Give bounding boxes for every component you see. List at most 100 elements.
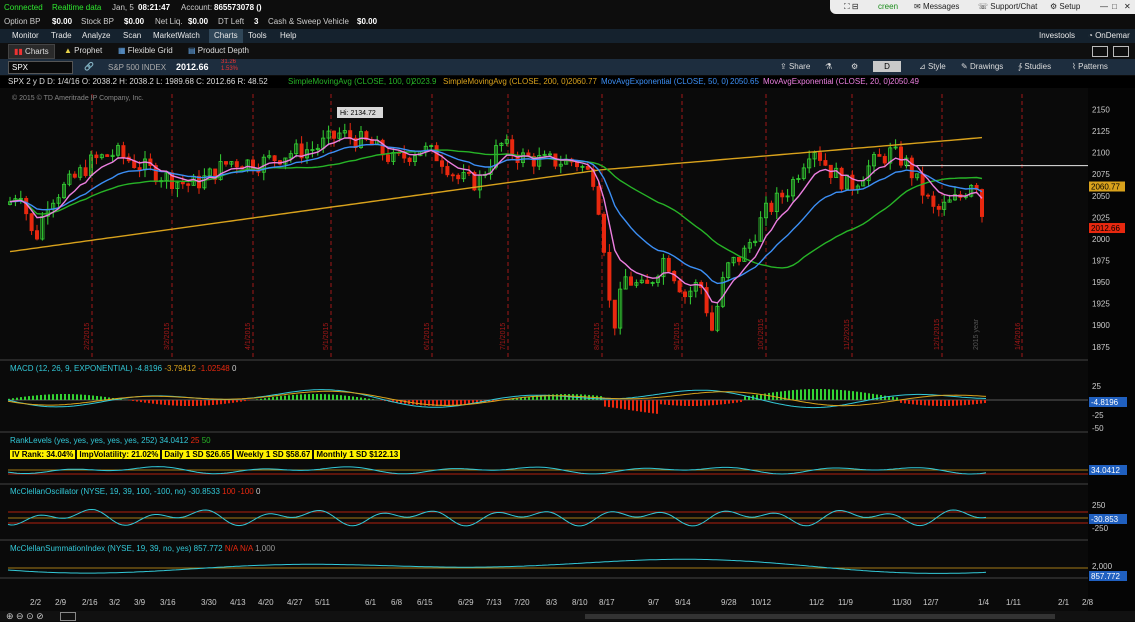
screen-label[interactable]: creen — [878, 2, 898, 11]
price-chart[interactable]: 2/2/20153/2/20154/1/20155/1/20156/1/2015… — [0, 88, 1135, 611]
tab-charts[interactable]: ▮▮ Charts — [8, 44, 55, 59]
horizontal-scrollbar[interactable] — [585, 614, 1055, 619]
macd-histogram-bar — [972, 400, 974, 404]
price-tick-label: 2100 — [1092, 149, 1110, 158]
mcclellan-label[interactable]: McClellanOscillator (NYSE, 19, 39, 100, … — [10, 487, 186, 496]
main-menu: Monitor Trade Analyze Scan MarketWatch C… — [0, 29, 1135, 43]
menu-tools[interactable]: Tools — [248, 31, 267, 40]
macd-histogram-bar — [560, 394, 562, 400]
option-bp-label: Option BP — [4, 17, 40, 26]
flask-icon[interactable]: ⚗ — [825, 62, 832, 71]
screen-icon[interactable]: ⛶ ⊟ — [844, 2, 859, 12]
sma200-legend[interactable]: SimpleMovingAvg (CLOSE, 200, 0) — [443, 77, 568, 86]
macd-histogram-bar — [192, 400, 194, 406]
macd-histogram-bar — [836, 390, 838, 400]
cash-label: Cash & Sweep Vehicle — [268, 17, 349, 26]
ema20-value: 2050.49 — [890, 77, 919, 86]
detach-icon[interactable] — [1113, 46, 1129, 57]
share-button[interactable]: ⇪ Share — [780, 62, 810, 71]
tab-product-depth[interactable]: ▤ Product Depth — [188, 46, 249, 55]
macd-histogram-bar — [648, 400, 650, 413]
link-icon[interactable]: 🔗 — [84, 62, 94, 71]
zoom-controls[interactable]: ⊕ ⊖ ⊙ ⊘ — [6, 611, 44, 622]
month-label: 12/1/2015 — [934, 319, 941, 350]
macd-histogram-bar — [948, 400, 950, 406]
messages-label: Messages — [923, 2, 959, 11]
depth-icon: ▤ — [188, 46, 196, 55]
candle-body — [95, 155, 98, 158]
menu-scan[interactable]: Scan — [123, 31, 141, 40]
rank-label[interactable]: RankLevels (yes, yes, yes, yes, yes, 252… — [10, 436, 157, 445]
macd-histogram-bar — [236, 400, 238, 402]
macd-legend: MACD (12, 26, 9, EXPONENTIAL) -4.8196 -3… — [10, 364, 236, 373]
macd-histogram-bar — [832, 389, 834, 400]
candle-body — [683, 292, 686, 297]
macd-histogram-bar — [612, 400, 614, 408]
summation-value-tag-label: 857.772 — [1091, 572, 1120, 581]
macd-histogram-bar — [168, 400, 170, 405]
net-liq-value: $0.00 — [188, 17, 208, 26]
macd-histogram-bar — [624, 400, 626, 409]
candle-body — [883, 156, 886, 163]
macd-histogram-bar — [896, 397, 898, 400]
time-tick-label: 8/3 — [546, 598, 558, 607]
candle-body — [451, 175, 454, 176]
tab-flexible-grid[interactable]: ▦ Flexible Grid — [118, 46, 173, 55]
ema50-legend[interactable]: MovAvgExponential (CLOSE, 50, 0) — [601, 77, 728, 86]
patterns-button[interactable]: ⌇ Patterns — [1072, 62, 1108, 71]
menu-help[interactable]: Help — [280, 31, 296, 40]
menu-monitor[interactable]: Monitor — [12, 31, 39, 40]
macd-histogram-bar — [636, 400, 638, 411]
cash-value: $0.00 — [357, 17, 377, 26]
settings-icon[interactable]: ⚙ — [851, 62, 858, 71]
studies-button[interactable]: ∱ Studies — [1018, 62, 1051, 71]
maximize-icon[interactable]: □ — [1112, 2, 1117, 11]
macd-histogram-bar — [68, 394, 70, 400]
summation-label[interactable]: McClellanSummationIndex (NYSE, 19, 39, n… — [10, 544, 191, 553]
macd-histogram-bar — [96, 396, 98, 400]
sma100-legend[interactable]: SimpleMovingAvg (CLOSE, 100, 0) — [288, 77, 413, 86]
candle-body — [35, 231, 38, 239]
change-points: 31.26 — [221, 59, 236, 65]
style-button[interactable]: ⊿ Style — [919, 62, 946, 71]
tab-product-depth-label: Product Depth — [198, 46, 249, 55]
month-label: 3/2/2015 — [164, 323, 171, 350]
share-label: Share — [789, 62, 810, 71]
symbol-input[interactable]: SPX — [8, 61, 73, 74]
macd-signal: -3.79412 — [164, 364, 196, 373]
layout-icon[interactable] — [1092, 46, 1108, 57]
macd-histogram-bar — [180, 400, 182, 406]
macd-histogram-bar — [580, 394, 582, 400]
menu-marketwatch[interactable]: MarketWatch — [153, 31, 200, 40]
macd-histogram-bar — [700, 400, 702, 406]
mcclellan-zero: 0 — [256, 487, 260, 496]
time-tick-label: 11/9 — [838, 598, 854, 607]
macd-tick-label: -25 — [1092, 411, 1104, 420]
menu-investools[interactable]: Investools — [1039, 31, 1075, 40]
drawings-button[interactable]: ✎ Drawings — [961, 62, 1003, 71]
close-icon[interactable]: ✕ — [1124, 2, 1131, 11]
candle-body — [818, 153, 821, 161]
candle-body — [511, 140, 514, 155]
macd-histogram-bar — [908, 400, 910, 404]
menu-trade[interactable]: Trade — [51, 31, 72, 40]
ema20-legend[interactable]: MovAvgExponential (CLOSE, 20, 0) — [763, 77, 890, 86]
time-tick-label: 2/16 — [82, 598, 98, 607]
menu-charts[interactable]: Charts — [209, 29, 243, 43]
menu-ondemand[interactable]: ◔ OnDemar — [1088, 31, 1130, 40]
macd-label[interactable]: MACD (12, 26, 9, EXPONENTIAL) — [10, 364, 133, 373]
net-liq-label: Net Liq. — [155, 17, 183, 26]
zoom-box[interactable] — [60, 612, 76, 621]
minimize-icon[interactable]: — — [1100, 2, 1108, 11]
tab-prophet[interactable]: ▲ Prophet — [64, 46, 102, 55]
messages-button[interactable]: ✉ Messages — [914, 2, 959, 11]
macd-histogram-bar — [24, 397, 26, 400]
macd-histogram-bar — [324, 394, 326, 400]
macd-histogram-bar — [664, 400, 666, 405]
menu-analyze[interactable]: Analyze — [82, 31, 110, 40]
account-number[interactable]: 865573078 () — [214, 3, 262, 12]
setup-button[interactable]: ⚙ Setup — [1050, 2, 1080, 11]
support-button[interactable]: ☏ Support/Chat — [978, 2, 1037, 11]
macd-histogram-bar — [928, 400, 930, 406]
period-select[interactable]: D — [873, 61, 901, 72]
